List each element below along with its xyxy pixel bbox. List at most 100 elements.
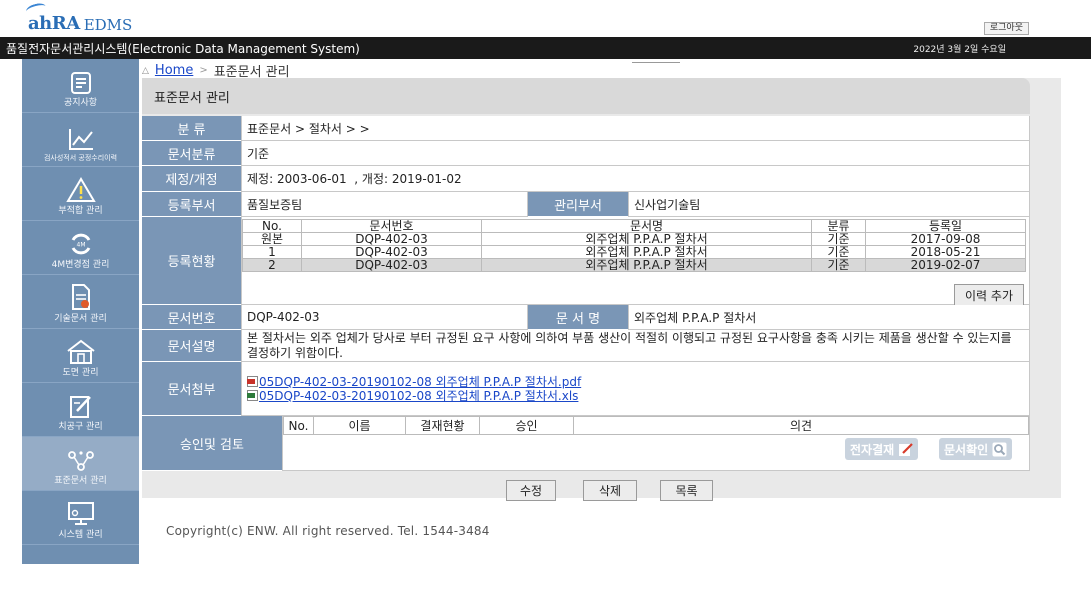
col-header-no: No. [283, 416, 314, 435]
table-row[interactable]: 원본 DQP-402-03 외주업체 P.P.A.P 절차서 기준 2017-0… [242, 232, 1026, 246]
reg-dept-label: 등록부서 [142, 192, 241, 217]
list-button[interactable]: 목록 [660, 480, 713, 501]
4m-icon: 4M [71, 233, 90, 255]
cell-no: 원본 [242, 232, 302, 246]
sidebar-item-drawing[interactable]: 도면 관리 [22, 329, 139, 383]
row-docno: 문서번호 DQP-402-03 문 서 명 외주업체 P.P.A.P 절차서 [142, 305, 1030, 330]
cell-type: 기준 [811, 232, 866, 246]
warning-icon [65, 177, 96, 202]
col-header-docno: 문서번호 [301, 219, 482, 233]
panel-title: 표준문서 관리 [142, 78, 1030, 114]
cell-name: 외주업체 P.P.A.P 절차서 [481, 232, 812, 246]
logout-button[interactable]: 로그아웃 [983, 22, 1029, 35]
esign-button[interactable]: 전자결재 [845, 438, 919, 460]
breadcrumb-separator: > [199, 65, 208, 76]
docno-value: DQP-402-03 [241, 305, 528, 330]
approval-cell: No. 이름 결재현황 승인 의견 전자결재 문서확인 [282, 416, 1030, 471]
docname-label: 문 서 명 [528, 305, 628, 330]
sidebar-item-label: 공지사항 [63, 98, 98, 108]
reg-dept-value: 품질보증팀 [241, 192, 528, 217]
approval-table: No. 이름 결재현황 승인 의견 [283, 416, 1029, 435]
edit-button[interactable]: 수정 [506, 480, 556, 501]
sidebar-item-standard-doc[interactable]: 표준문서 관리 [22, 437, 139, 491]
cell-docno: DQP-402-03 [301, 245, 482, 259]
cell-no: 1 [242, 245, 302, 259]
svg-text:4M: 4M [76, 242, 85, 249]
cell-no: 2 [242, 258, 302, 272]
category-value: 표준문서 > 절차서 > > [241, 116, 1030, 141]
col-header-name: 이름 [313, 416, 406, 435]
cell-docno: DQP-402-03 [301, 232, 482, 246]
sidebar-item-techdoc[interactable]: 기술문서 관리 [22, 275, 139, 329]
cell-docno: DQP-402-03 [301, 258, 482, 272]
col-header-comment: 의견 [573, 416, 1029, 435]
attachment-name: 05DQP-402-03-20190102-08 외주업체 P.P.A.P 절차… [259, 374, 582, 389]
sidebar-item-label: 치공구 관리 [58, 422, 103, 432]
cell-type: 기준 [811, 258, 866, 272]
sidebar-item-label: 4M변경점 관리 [51, 260, 110, 270]
desc-value: 본 절차서는 외주 업체가 당사로 부터 규정된 요구 사항에 의하여 부품 생… [241, 330, 1030, 362]
approval-label: 승인및 검토 [142, 416, 282, 471]
category-label: 분 류 [142, 116, 241, 141]
status-label: 등록현황 [142, 217, 241, 305]
col-header-name: 문서명 [481, 219, 812, 233]
doctype-value: 기준 [241, 141, 1030, 166]
status-table: No. 문서번호 문서명 분류 등록일 원본 DQP-402-03 외주업체 P… [242, 219, 1026, 307]
mgmt-dept-value: 신사업기술팀 [628, 192, 1030, 217]
sidebar: 공지사항 검사성적서 공정수리이력 부적합 관리 4M 4M변경점 관리 기술문… [22, 59, 139, 564]
row-doctype: 문서분류 기준 [142, 141, 1030, 166]
sidebar-item-system[interactable]: 시스템 관리 [22, 491, 139, 545]
add-history-button[interactable]: 이력 추가 [954, 284, 1024, 307]
sidebar-item-nonconformity[interactable]: 부적합 관리 [22, 167, 139, 221]
attach-label: 문서첨부 [142, 362, 241, 416]
attachment-list: 05DQP-402-03-20190102-08 외주업체 P.P.A.P 절차… [241, 362, 1030, 416]
breadcrumb-home-link[interactable]: Home [155, 63, 193, 78]
sidebar-item-label: 부적합 관리 [58, 206, 103, 216]
table-row[interactable]: 1 DQP-402-03 외주업체 P.P.A.P 절차서 기준 2018-05… [242, 245, 1026, 259]
attachment-link-pdf[interactable]: 05DQP-402-03-20190102-08 외주업체 P.P.A.P 절차… [247, 375, 581, 389]
col-header-no: No. [242, 219, 302, 233]
cell-date: 2018-05-21 [865, 245, 1026, 259]
esign-label: 전자결재 [850, 442, 895, 457]
row-revision: 제정/개정 제정: 2003-06-01 , 개정: 2019-01-02 [142, 166, 1030, 192]
footer-copyright: Copyright(c) ENW. All right reserved. Te… [166, 524, 490, 538]
sidebar-item-inspection[interactable]: 검사성적서 공정수리이력 [22, 113, 139, 167]
revision-label: 제정/개정 [142, 166, 241, 192]
row-attachments: 문서첨부 05DQP-402-03-20190102-08 외주업체 P.P.A… [142, 362, 1030, 416]
document-icon [71, 284, 90, 310]
sidebar-item-label: 시스템 관리 [58, 530, 103, 540]
sidebar-item-notice[interactable]: 공지사항 [22, 59, 139, 113]
cell-date: 2017-09-08 [865, 232, 1026, 246]
attachment-name: 05DQP-402-03-20190102-08 외주업체 P.P.A.P 절차… [259, 388, 579, 403]
doc-check-button[interactable]: 문서확인 [939, 438, 1013, 460]
cell-date: 2019-02-07 [865, 258, 1026, 272]
home-icon: △ [142, 65, 149, 76]
brand-logo[interactable]: ahRA EDMS [25, 1, 133, 34]
table-row[interactable]: 2 DQP-402-03 외주업체 P.P.A.P 절차서 기준 2019-02… [242, 258, 1026, 272]
sidebar-item-tool[interactable]: 치공구 관리 [22, 383, 139, 437]
col-header-status: 결재현황 [405, 416, 480, 435]
col-header-date: 등록일 [865, 219, 1026, 233]
sidebar-item-4m[interactable]: 4M 4M변경점 관리 [22, 221, 139, 275]
docname-value: 외주업체 P.P.A.P 절차서 [628, 305, 1030, 330]
status-cell: No. 문서번호 문서명 분류 등록일 원본 DQP-402-03 외주업체 P… [241, 217, 1030, 307]
row-description: 문서설명 본 절차서는 외주 업체가 당사로 부터 규정된 요구 사항에 의하여… [142, 330, 1030, 362]
col-header-approve: 승인 [479, 416, 574, 435]
doctype-label: 문서분류 [142, 141, 241, 166]
app-root: ahRA EDMS 로그아웃 품질전자문서관리시스템(Electronic Da… [0, 0, 1091, 593]
row-approval: 승인및 검토 No. 이름 결재현황 승인 의견 전자결재 문서확인 [142, 416, 1030, 471]
desc-label: 문서설명 [142, 330, 241, 362]
sidebar-item-label: 검사성적서 공정수리이력 [43, 154, 118, 162]
row-category: 분 류 표준문서 > 절차서 > > [142, 116, 1030, 141]
title-bar: 품질전자문서관리시스템(Electronic Data Management S… [0, 37, 1091, 59]
product-name: EDMS [83, 16, 133, 34]
cell-type: 기준 [811, 245, 866, 259]
share-icon [67, 451, 94, 471]
divider [632, 62, 680, 63]
col-header-type: 분류 [811, 219, 866, 233]
notice-icon [70, 72, 91, 94]
chart-icon [68, 129, 93, 150]
delete-button[interactable]: 삭제 [583, 480, 637, 501]
monitor-icon [67, 502, 94, 525]
attachment-link-xls[interactable]: 05DQP-402-03-20190102-08 외주업체 P.P.A.P 절차… [247, 389, 578, 403]
